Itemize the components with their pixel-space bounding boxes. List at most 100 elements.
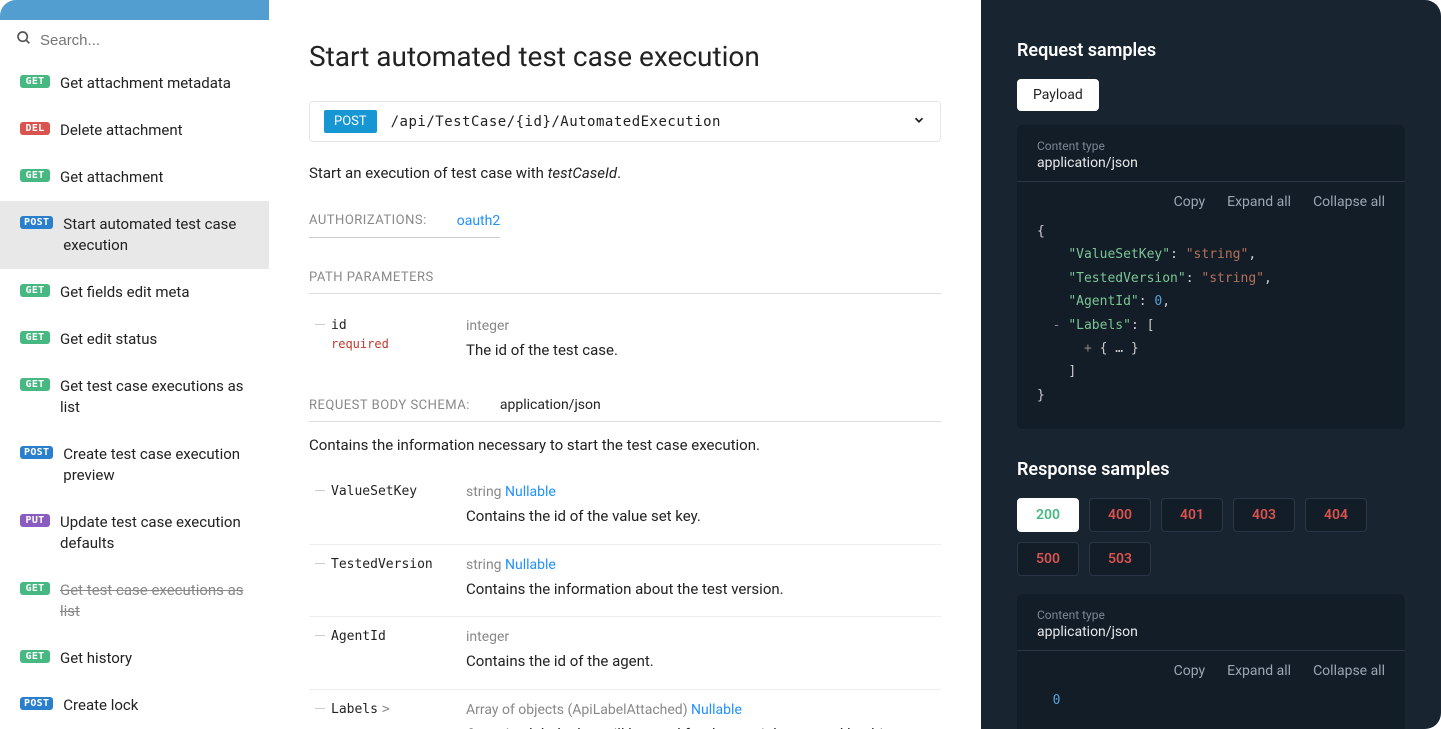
sidebar-item-label: Get attachment [60, 167, 163, 188]
response-code-500[interactable]: 500 [1017, 542, 1079, 576]
page-title: Start automated test case execution [309, 40, 941, 73]
endpoint-method-badge: POST [324, 110, 377, 133]
endpoint-path: /api/TestCase/{id}/AutomatedExecution [391, 114, 912, 130]
method-badge: POST [20, 446, 53, 459]
response-code-403[interactable]: 403 [1233, 498, 1295, 532]
response-codes: 200 400 401 403 404 500 503 [1017, 498, 1405, 576]
param-type: string Nullable [466, 555, 941, 576]
sidebar-item-6[interactable]: GET Get test case executions as list [0, 363, 269, 431]
param-row: AgentId integer Contains the id of the ag… [309, 617, 941, 690]
method-badge: GET [20, 169, 50, 182]
param-name: id [331, 318, 347, 333]
method-badge: PUT [20, 514, 50, 527]
sidebar-item-8[interactable]: PUT Update test case execution defaults [0, 499, 269, 567]
response-code-200[interactable]: 200 [1017, 498, 1079, 532]
search-input[interactable] [40, 32, 253, 49]
param-desc-col: string NullableContains the id of the va… [466, 482, 941, 528]
sidebar: GETGet attachment metadataDELDelete atta… [0, 0, 269, 729]
payload-tab[interactable]: Payload [1017, 79, 1099, 111]
param-type: integer [466, 316, 941, 337]
collapse-all-button[interactable]: Collapse all [1313, 194, 1385, 210]
param-name-col: TestedVersion [331, 555, 446, 601]
copy-button[interactable]: Copy [1174, 194, 1206, 210]
search-box[interactable] [0, 20, 269, 60]
param-name: TestedVersion [331, 557, 433, 572]
param-type: string Nullable [466, 482, 941, 503]
sidebar-item-label: Update test case execution defaults [60, 512, 249, 554]
sidebar-item-label: Get test case executions as list [60, 376, 249, 418]
param-desc-col: integer The id of the test case. [466, 316, 941, 362]
sidebar-item-7[interactable]: POST Create test case execution preview [0, 431, 269, 499]
sidebar-item-5[interactable]: GET Get edit status [0, 316, 269, 363]
param-name-col: AgentId [331, 627, 446, 673]
param-name: ValueSetKey [331, 484, 417, 499]
sidebar-item-9[interactable]: GET Get test case executions as list [0, 567, 269, 635]
param-row: ValueSetKey string NullableContains the i… [309, 472, 941, 545]
param-required: required [331, 335, 446, 353]
response-code-block: Content type application/json Copy Expan… [1017, 594, 1405, 729]
sidebar-item-2[interactable]: GET Get attachment [0, 154, 269, 201]
sidebar-item-3[interactable]: POST Start automated test case execution [0, 201, 269, 269]
request-body-schema-label: REQUEST BODY SCHEMA: application/json [309, 397, 941, 422]
search-icon [16, 30, 32, 50]
path-parameters-list: id required integer The id of the test cas… [309, 306, 941, 378]
response-samples-heading: Response samples [1017, 459, 1405, 480]
response-code-404[interactable]: 404 [1305, 498, 1367, 532]
copy-button-2[interactable]: Copy [1174, 663, 1206, 679]
sidebar-item-label: Get edit status [60, 329, 157, 350]
expand-icon[interactable]: > [382, 702, 390, 717]
request-samples-heading: Request samples [1017, 40, 1405, 61]
sidebar-item-label: Create lock [63, 695, 138, 716]
expand-all-button[interactable]: Expand all [1227, 194, 1291, 210]
param-name-col: ValueSetKey [331, 482, 446, 528]
method-badge: DEL [20, 122, 50, 135]
sidebar-item-label: Get test case executions as list [60, 580, 249, 622]
sidebar-item-10[interactable]: GETGet history [0, 635, 269, 682]
response-code-actions: Copy Expand all Collapse all [1017, 651, 1405, 685]
param-name: Labels [331, 702, 378, 717]
response-code-body: 0 [1017, 685, 1405, 720]
expand-all-button-2[interactable]: Expand all [1227, 663, 1291, 679]
authorizations-label: AUTHORIZATIONS: oauth2 [309, 213, 500, 238]
sidebar-item-label: Create test case execution preview [63, 444, 249, 486]
method-badge: POST [20, 697, 53, 710]
chevron-down-icon[interactable] [912, 111, 926, 132]
sidebar-item-label: Start automated test case execution [63, 214, 249, 256]
app-root: GETGet attachment metadataDELDelete atta… [0, 0, 1441, 729]
body-parameters-list: ValueSetKeystring NullableContains the i… [309, 472, 941, 729]
sidebar-item-label: Get attachment metadata [60, 73, 231, 94]
endpoint-description: Start an execution of test case with tes… [309, 164, 941, 182]
sidebar-items: GETGet attachment metadataDELDelete atta… [0, 60, 269, 729]
code-header: Content type application/json [1017, 125, 1405, 182]
sidebar-item-0[interactable]: GETGet attachment metadata [0, 60, 269, 107]
sidebar-item-11[interactable]: POST Create lock [0, 682, 269, 729]
request-code-block: Content type application/json Copy Expan… [1017, 125, 1405, 429]
method-badge: GET [20, 378, 50, 391]
method-badge: GET [20, 284, 50, 297]
param-desc-col: string NullableContains the information … [466, 555, 941, 601]
method-badge: GET [20, 331, 50, 344]
response-code-400[interactable]: 400 [1089, 498, 1151, 532]
param-row: Labels>Array of objects (ApiLabelAttache… [309, 690, 941, 729]
response-code-503[interactable]: 503 [1089, 542, 1151, 576]
sidebar-header [0, 0, 269, 20]
param-desc: Contains the id of the agent. [466, 650, 941, 673]
endpoint-row[interactable]: POST /api/TestCase/{id}/AutomatedExecuti… [309, 101, 941, 142]
param-desc: Contains the information about the test … [466, 578, 941, 601]
sidebar-item-label: Get fields edit meta [60, 282, 190, 303]
sidebar-item-1[interactable]: DELDelete attachment [0, 107, 269, 154]
collapse-all-button-2[interactable]: Collapse all [1313, 663, 1385, 679]
param-row: id required integer The id of the test cas… [309, 306, 941, 378]
param-name-col: Labels > [331, 700, 446, 729]
param-type: integer [466, 627, 941, 648]
sidebar-item-4[interactable]: GET Get fields edit meta [0, 269, 269, 316]
path-parameters-label: PATH PARAMETERS [309, 270, 941, 294]
param-desc-col: integer Contains the id of the agent. [466, 627, 941, 673]
code-actions: Copy Expand all Collapse all [1017, 182, 1405, 216]
auth-scheme[interactable]: oauth2 [457, 213, 500, 229]
method-badge: POST [20, 216, 53, 229]
sidebar-item-label: Get history [60, 648, 132, 669]
response-code-401[interactable]: 401 [1161, 498, 1223, 532]
content-type-label-2: Content type [1037, 608, 1385, 622]
method-badge: GET [20, 582, 50, 595]
